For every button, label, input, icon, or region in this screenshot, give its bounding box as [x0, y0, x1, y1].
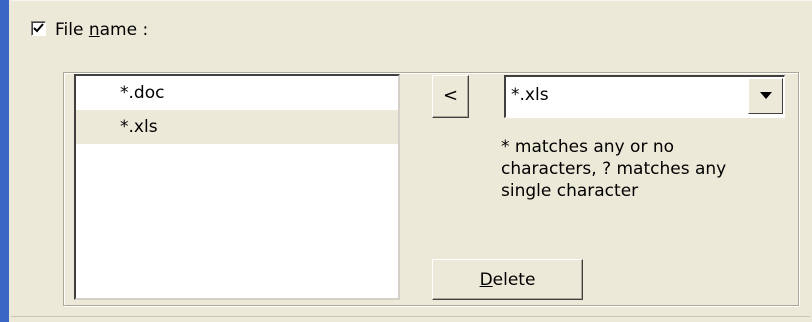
dropdown-button[interactable] — [748, 78, 783, 114]
add-pattern-button[interactable]: < — [432, 75, 469, 118]
file-name-checkbox[interactable] — [31, 21, 46, 36]
file-name-label[interactable]: File name : — [55, 20, 148, 40]
list-item[interactable]: *.doc — [76, 76, 398, 110]
help-text: * matches any or no characters, ? matche… — [501, 137, 727, 201]
checkmark-icon — [33, 23, 44, 33]
pattern-combobox[interactable]: *.xls — [504, 75, 785, 118]
accent-bar — [0, 0, 9, 322]
list-item-selected[interactable]: *.xls — [76, 110, 398, 144]
chevron-down-icon — [760, 92, 772, 99]
pattern-list[interactable]: *.doc *.xls — [74, 74, 400, 300]
combobox-value: *.xls — [511, 85, 549, 105]
delete-button[interactable]: Delete — [432, 259, 583, 300]
